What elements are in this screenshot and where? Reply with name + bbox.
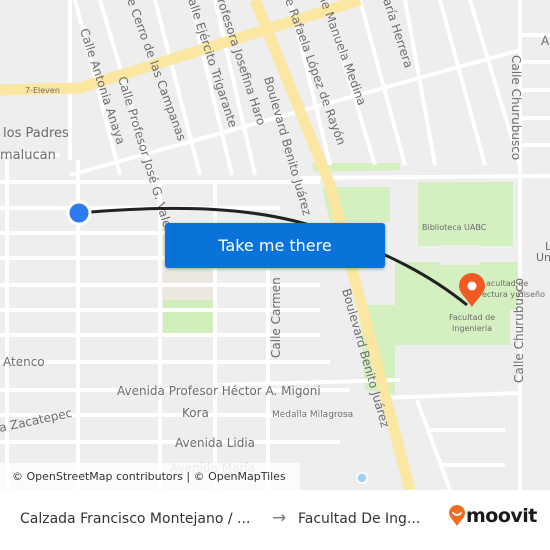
footer: Calzada Francisco Montejano / ... → Facu… (0, 490, 550, 550)
street-label-calle-carmen: Calle Carmen (269, 277, 283, 358)
poi-label-facultad-arquitectura-1: acultad de (486, 279, 528, 288)
poi-label-seven-eleven: 7-Eleven (25, 86, 60, 95)
moovit-wordmark: moovit (466, 505, 537, 527)
street-label-atenco: Atenco (3, 355, 45, 369)
poi-label-facultad-ingenieria-2: Ingeniería (452, 324, 492, 333)
street-label-avenida-lidia: Avenida Lidia (175, 436, 255, 450)
transit-stop-icon[interactable] (356, 472, 368, 484)
street-label-hector-migoni: Avenida Profesor Héctor A. Migoni (117, 384, 321, 398)
moovit-logo[interactable]: moovit (448, 505, 537, 527)
origin-marker-icon[interactable] (66, 200, 92, 226)
street-label-benito-juarez-top: Boulevard Benito Juárez (261, 75, 314, 217)
arrow-right-icon: → (272, 508, 287, 528)
poi-label-facultad-ingenieria-1: Facultad de (449, 313, 495, 322)
street-label-amalucan: malucan (0, 148, 56, 163)
map[interactable]: Calle Antonia Anaya e Cerro de las Campa… (0, 0, 550, 490)
destination-name: Facultad De Ing... (298, 511, 421, 527)
origin-name: Calzada Francisco Montejano / ... (20, 511, 251, 527)
map-attribution[interactable]: © OpenStreetMap contributors | © OpenMap… (0, 463, 300, 490)
moovit-pin-icon (449, 505, 465, 526)
take-me-there-button[interactable]: Take me there (165, 223, 385, 268)
street-label-medalla-milagrosa: Medalla Milagrosa (272, 410, 353, 420)
street-label-kora: Kora (182, 406, 209, 420)
street-label-zacatepec: a Zacatepec (0, 406, 73, 435)
poi-label-biblioteca-uabc: Biblioteca UABC (422, 223, 487, 232)
street-label-churubusco-top: Calle Churubusco (509, 55, 523, 160)
edge-label-uni: Uni (536, 251, 550, 264)
street-label-los-padres: los Padres (3, 126, 69, 141)
poi-label-facultad-arquitectura-2: ectura y Diseño (482, 290, 545, 299)
edge-label-a: A (541, 34, 550, 48)
